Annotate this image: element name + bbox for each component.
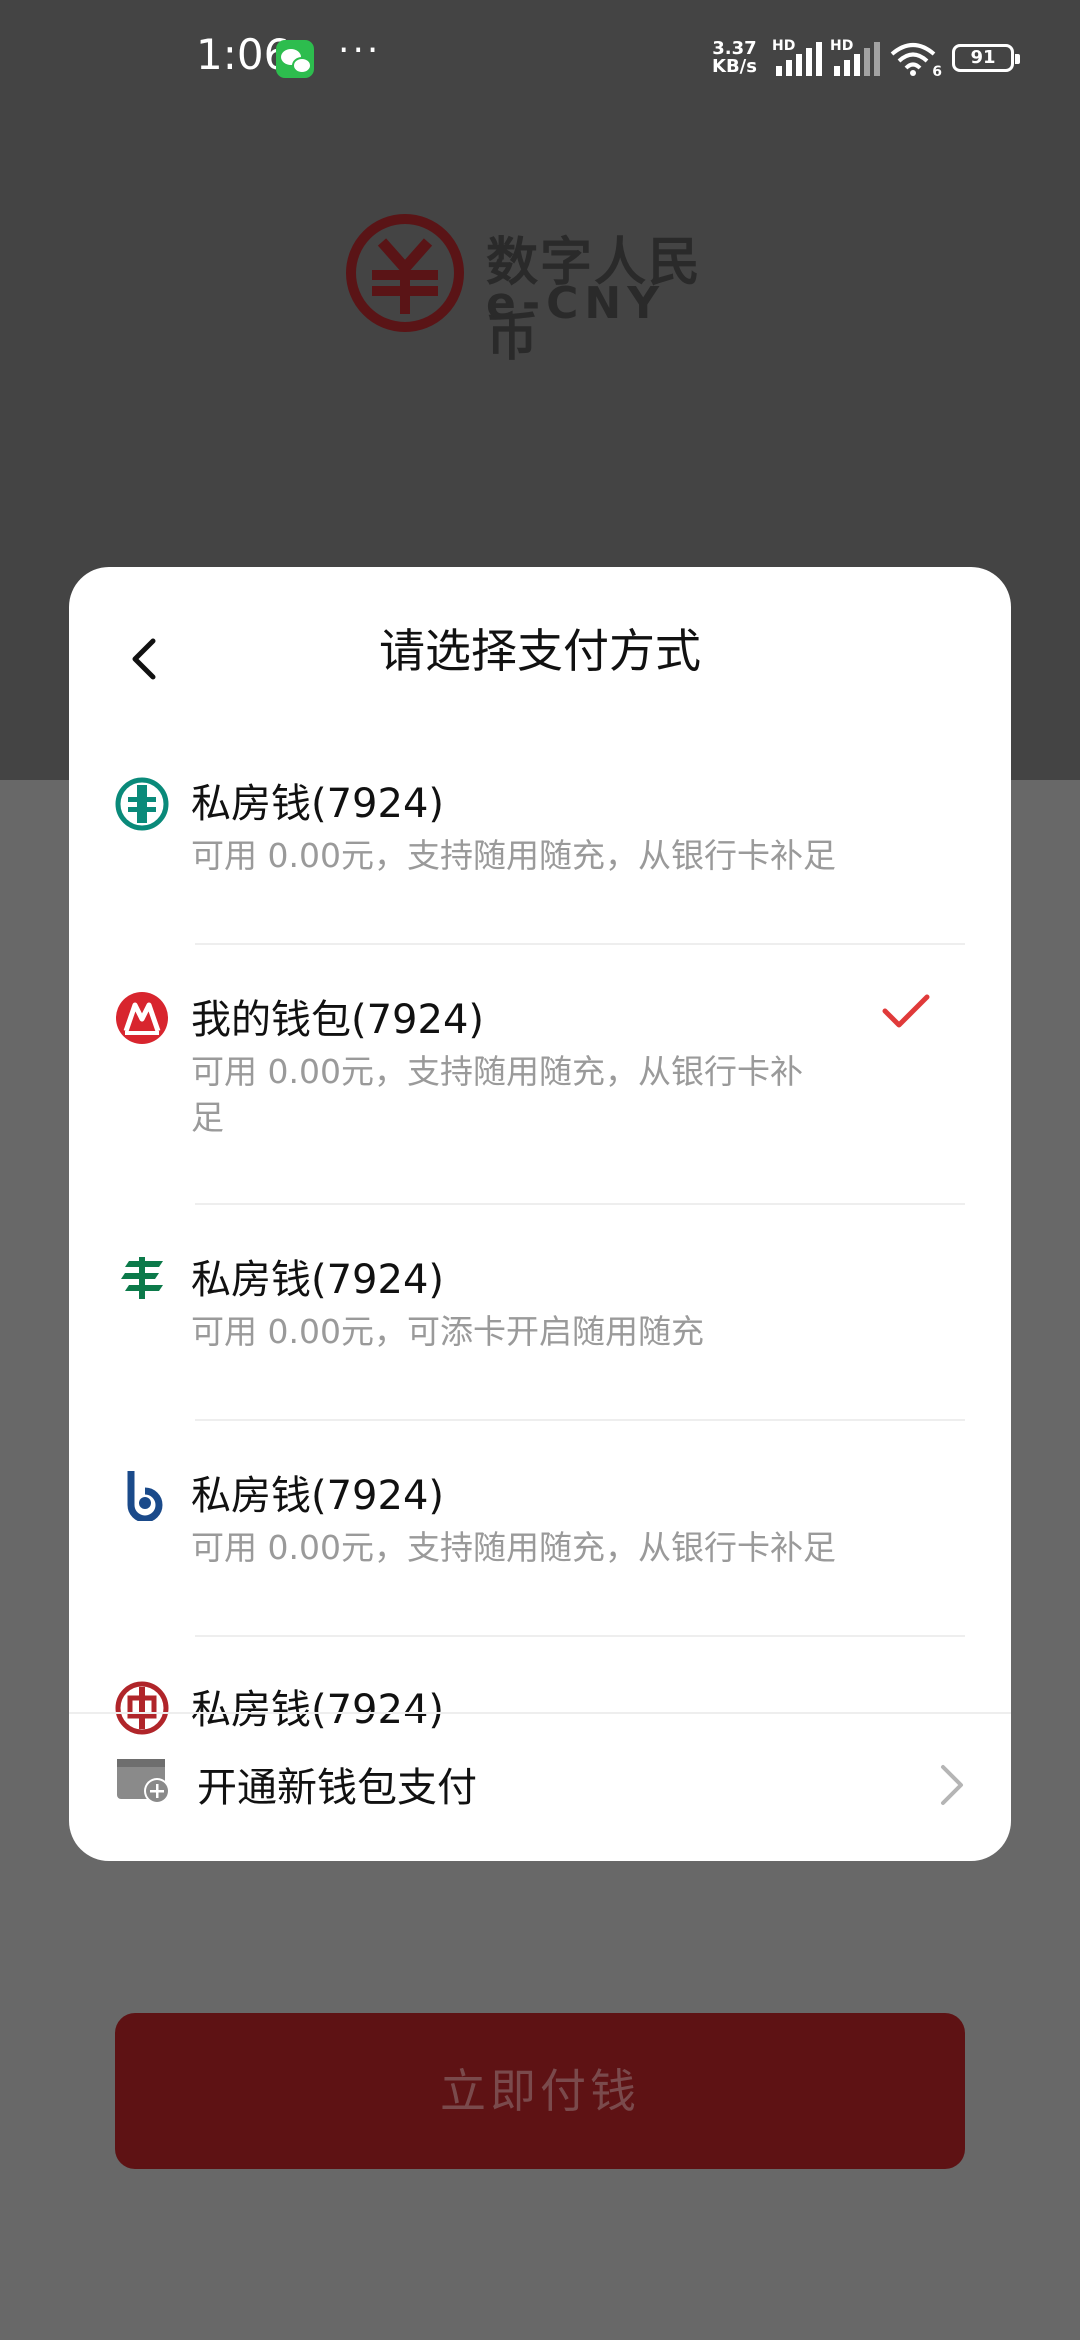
signal-2-icon: HD — [830, 38, 882, 76]
ecny-logo: 数字人民币 e-CNY — [346, 214, 746, 368]
wifi-label: 6 — [932, 64, 942, 80]
wallet-name: 私房钱(7924) — [191, 781, 445, 827]
open-new-wallet-label: 开通新钱包支付 — [197, 1765, 477, 1811]
wechat-notification-icon — [276, 40, 314, 78]
footer-divider — [69, 1712, 1011, 1714]
add-wallet-icon — [117, 1759, 170, 1804]
signal-2-hd: HD — [830, 38, 854, 54]
wallet-desc: 可用 0.00元，支持随用随充，从银行卡补足 — [191, 1052, 803, 1137]
sheet-title: 请选择支付方式 — [379, 624, 701, 678]
cmb-bank-icon — [116, 992, 168, 1044]
wallet-list[interactable]: 私房钱(7924) 可用 0.00元，支持随用随充，从银行卡补足 我的钱包(79… — [69, 727, 1011, 1737]
check-icon — [882, 994, 930, 1028]
bocom-bank-icon — [127, 1471, 163, 1521]
battery-icon: 91 — [952, 44, 1020, 72]
more-notifications-icon: ··· — [338, 30, 382, 71]
wallet-name: 我的钱包(7924) — [191, 997, 485, 1043]
wallet-desc: 可用 0.00元，支持随用随充，从银行卡补足 — [191, 836, 836, 875]
signal-1-hd: HD — [772, 38, 796, 54]
abc-bank-icon — [115, 777, 169, 831]
status-bar: 1:06 ··· 3.37 KB/s HD HD 6 91 — [0, 0, 1080, 120]
postal-bank-icon — [121, 1257, 163, 1299]
wallet-desc: 可用 0.00元，可添卡开启随用随充 — [191, 1312, 704, 1351]
wifi-icon: 6 — [890, 42, 942, 80]
wallet-desc: 可用 0.00元，支持随用随充，从银行卡补足 — [191, 1528, 836, 1567]
wallet-item[interactable]: 私房钱(7924) 可用 0.00元，支持随用随充，从银行卡补足 — [69, 727, 1011, 945]
wallet-item[interactable]: 私房钱(7924) 可用 0.00元，可添卡开启随用随充 — [69, 1205, 1011, 1421]
network-speed-unit: KB/s — [712, 56, 757, 77]
wallet-item[interactable]: 私房钱(7924) 可用 0.00元，支持随用随充，从银行卡补足 — [69, 1421, 1011, 1637]
ecny-yuan-icon — [346, 214, 464, 332]
payment-method-sheet: 请选择支付方式 私房钱(7924) 可用 0.00元，支持随用随充，从银行卡补足… — [69, 567, 1011, 1861]
pay-now-button[interactable]: 立即付钱 — [115, 2013, 965, 2169]
ecny-logo-english: e-CNY — [486, 278, 666, 329]
open-new-wallet-row[interactable]: 开通新钱包支付 — [69, 1715, 1011, 1861]
chevron-right-icon — [941, 1765, 963, 1805]
wallet-name: 私房钱(7924) — [191, 1257, 445, 1303]
network-speed: 3.37 KB/s — [712, 40, 757, 76]
wallet-name: 私房钱(7924) — [191, 1473, 445, 1519]
signal-1-icon: HD — [772, 38, 824, 76]
wallet-item-selected[interactable]: 我的钱包(7924) 可用 0.00元，支持随用随充，从银行卡补足 — [69, 945, 1011, 1205]
